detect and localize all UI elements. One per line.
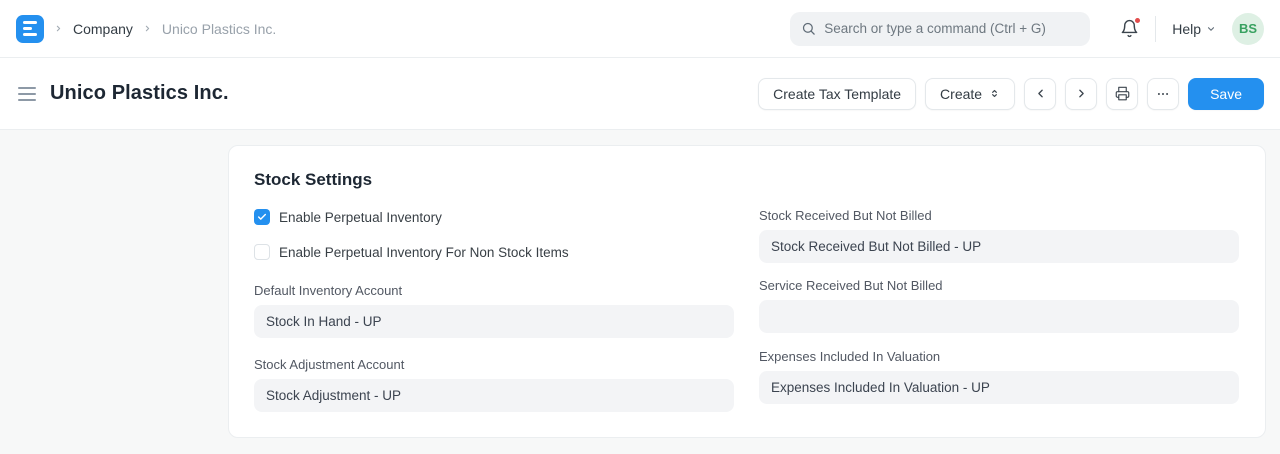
default-inventory-account-field[interactable] bbox=[254, 305, 734, 338]
chevron-right-icon bbox=[1075, 87, 1088, 100]
header-actions: Create Tax Template Create Save bbox=[758, 78, 1264, 110]
checkbox-checked-icon bbox=[254, 209, 270, 225]
global-search[interactable] bbox=[790, 12, 1090, 46]
breadcrumb-current: Unico Plastics Inc. bbox=[162, 21, 276, 37]
notifications-button[interactable] bbox=[1120, 19, 1139, 38]
expenses-included-in-valuation-label: Expenses Included In Valuation bbox=[759, 349, 1239, 364]
page-title: Unico Plastics Inc. bbox=[50, 82, 229, 105]
navbar-divider bbox=[1155, 16, 1156, 42]
breadcrumb-company[interactable]: Company bbox=[73, 21, 133, 37]
stock-adjustment-account-label: Stock Adjustment Account bbox=[254, 357, 734, 372]
chevron-right-icon bbox=[54, 24, 63, 33]
printer-icon bbox=[1115, 86, 1130, 101]
stock-adjustment-account-field[interactable] bbox=[254, 379, 734, 412]
form-column-right: Stock Received But Not Billed Service Re… bbox=[759, 190, 1239, 412]
search-input[interactable] bbox=[824, 21, 1079, 36]
top-navbar: Company Unico Plastics Inc. Help BS bbox=[0, 0, 1280, 58]
stock-received-not-billed-label: Stock Received But Not Billed bbox=[759, 208, 1239, 223]
next-document-button[interactable] bbox=[1065, 78, 1097, 110]
default-inventory-account-label: Default Inventory Account bbox=[254, 283, 734, 298]
check-icon bbox=[257, 212, 267, 222]
search-icon bbox=[801, 21, 816, 36]
create-tax-template-button[interactable]: Create Tax Template bbox=[758, 78, 916, 110]
chevron-down-icon bbox=[1206, 24, 1216, 34]
service-received-not-billed-field[interactable] bbox=[759, 300, 1239, 333]
chevron-left-icon bbox=[1034, 87, 1047, 100]
app-logo-icon[interactable] bbox=[16, 15, 44, 43]
form-content-area: Stock Settings Enable Perpetual Inventor… bbox=[0, 130, 1280, 454]
help-label: Help bbox=[1172, 21, 1201, 37]
save-button[interactable]: Save bbox=[1188, 78, 1264, 110]
avatar-initials: BS bbox=[1239, 21, 1257, 36]
notification-dot bbox=[1134, 17, 1141, 24]
chevron-right-icon bbox=[143, 24, 152, 33]
more-options-button[interactable] bbox=[1147, 78, 1179, 110]
enable-perpetual-inventory-checkbox[interactable]: Enable Perpetual Inventory bbox=[254, 209, 734, 225]
sidebar-toggle-menu-icon[interactable] bbox=[16, 83, 38, 105]
expenses-included-in-valuation-field[interactable] bbox=[759, 371, 1239, 404]
stock-settings-section: Stock Settings Enable Perpetual Inventor… bbox=[228, 145, 1266, 438]
stock-received-not-billed-field[interactable] bbox=[759, 230, 1239, 263]
select-chevrons-icon bbox=[989, 88, 1000, 99]
form-column-left: Enable Perpetual Inventory Enable Perpet… bbox=[254, 190, 734, 412]
section-title: Stock Settings bbox=[254, 170, 1239, 190]
previous-document-button[interactable] bbox=[1024, 78, 1056, 110]
page-header: Unico Plastics Inc. Create Tax Template … bbox=[0, 58, 1280, 130]
ellipsis-icon bbox=[1156, 87, 1170, 101]
avatar[interactable]: BS bbox=[1232, 13, 1264, 45]
print-button[interactable] bbox=[1106, 78, 1138, 110]
help-menu[interactable]: Help bbox=[1172, 21, 1216, 37]
checkbox-unchecked-icon bbox=[254, 244, 270, 260]
enable-perpetual-inventory-non-stock-checkbox[interactable]: Enable Perpetual Inventory For Non Stock… bbox=[254, 244, 734, 260]
create-menu-button[interactable]: Create bbox=[925, 78, 1015, 110]
service-received-not-billed-label: Service Received But Not Billed bbox=[759, 278, 1239, 293]
